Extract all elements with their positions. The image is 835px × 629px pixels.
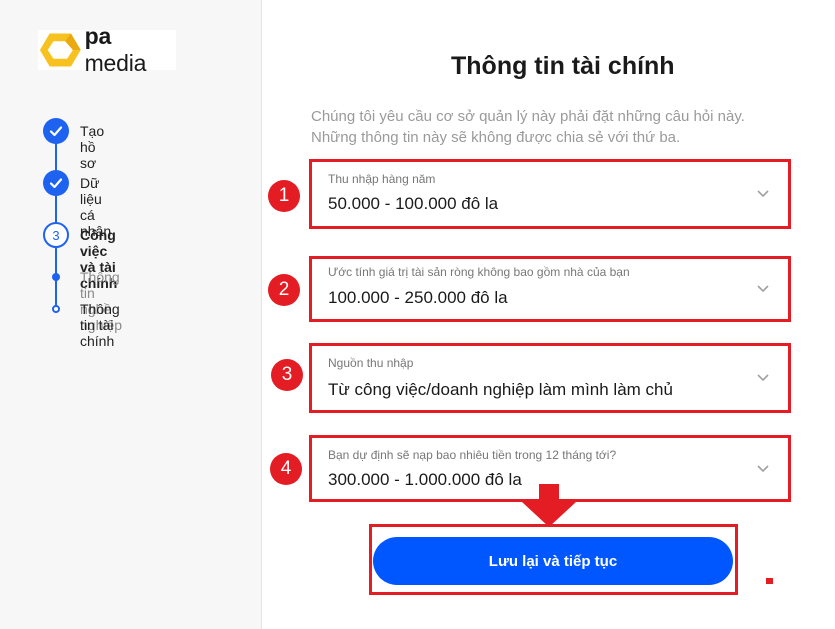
income-source-label: Nguồn thu nhập [328,356,414,370]
hexagon-logo-icon [39,33,81,67]
annual-income-select[interactable]: Thu nhập hàng năm 50.000 - 100.000 đô la [309,159,791,229]
annotation-badge-4: 4 [270,453,302,485]
net-worth-value: 100.000 - 250.000 đô la [328,288,508,307]
net-worth-select[interactable]: Ước tính giá trị tài sản ròng không bao … [309,256,791,322]
deposit-plan-label: Bạn dự định sẽ nạp bao nhiêu tiền trong … [328,448,617,462]
annual-income-label: Thu nhập hàng năm [328,172,436,186]
income-source-select[interactable]: Nguồn thu nhập Từ công việc/doanh nghiệp… [309,343,791,413]
net-worth-label: Ước tính giá trị tài sản ròng không bao … [328,265,630,279]
down-arrow-icon [522,484,576,527]
step-3-number: 3 [43,222,69,248]
page-description: Chúng tôi yêu cầu cơ sở quản lý này phải… [311,108,745,146]
brand-logo[interactable]: pa media [38,23,176,76]
chevron-down-icon [757,285,769,293]
brand-name: pa media [84,23,147,76]
annotation-badge-3: 3 [271,359,303,391]
page-title: Thông tin tài chính [451,52,675,80]
annual-income-value: 50.000 - 100.000 đô la [328,194,499,213]
annotation-badge-1: 1 [268,180,300,212]
substep-1-dot [52,273,60,281]
sidebar: pa media Tạo hồ sơ Dữ liệu cá nhân 3 Côn… [0,0,262,629]
chevron-down-icon [757,374,769,382]
substep-2-label[interactable]: Thông tin tài chính [80,301,120,349]
income-source-value: Từ công việc/doanh nghiệp làm mình làm c… [328,380,673,399]
step-1-check-icon [43,118,69,144]
chevron-down-icon [757,190,769,198]
step-1-label[interactable]: Tạo hồ sơ [80,123,104,171]
deposit-plan-value: 300.000 - 1.000.000 đô la [328,470,522,489]
chevron-down-icon [757,464,769,472]
save-and-continue-button[interactable]: Lưu lại và tiếp tục [373,537,733,585]
step-2-check-icon [43,170,69,196]
substep-2-dot [52,305,60,313]
annotation-dot [766,578,773,584]
main-content: Thông tin tài chính Chúng tôi yêu cầu cơ… [263,0,835,629]
annotation-badge-2: 2 [268,274,300,306]
